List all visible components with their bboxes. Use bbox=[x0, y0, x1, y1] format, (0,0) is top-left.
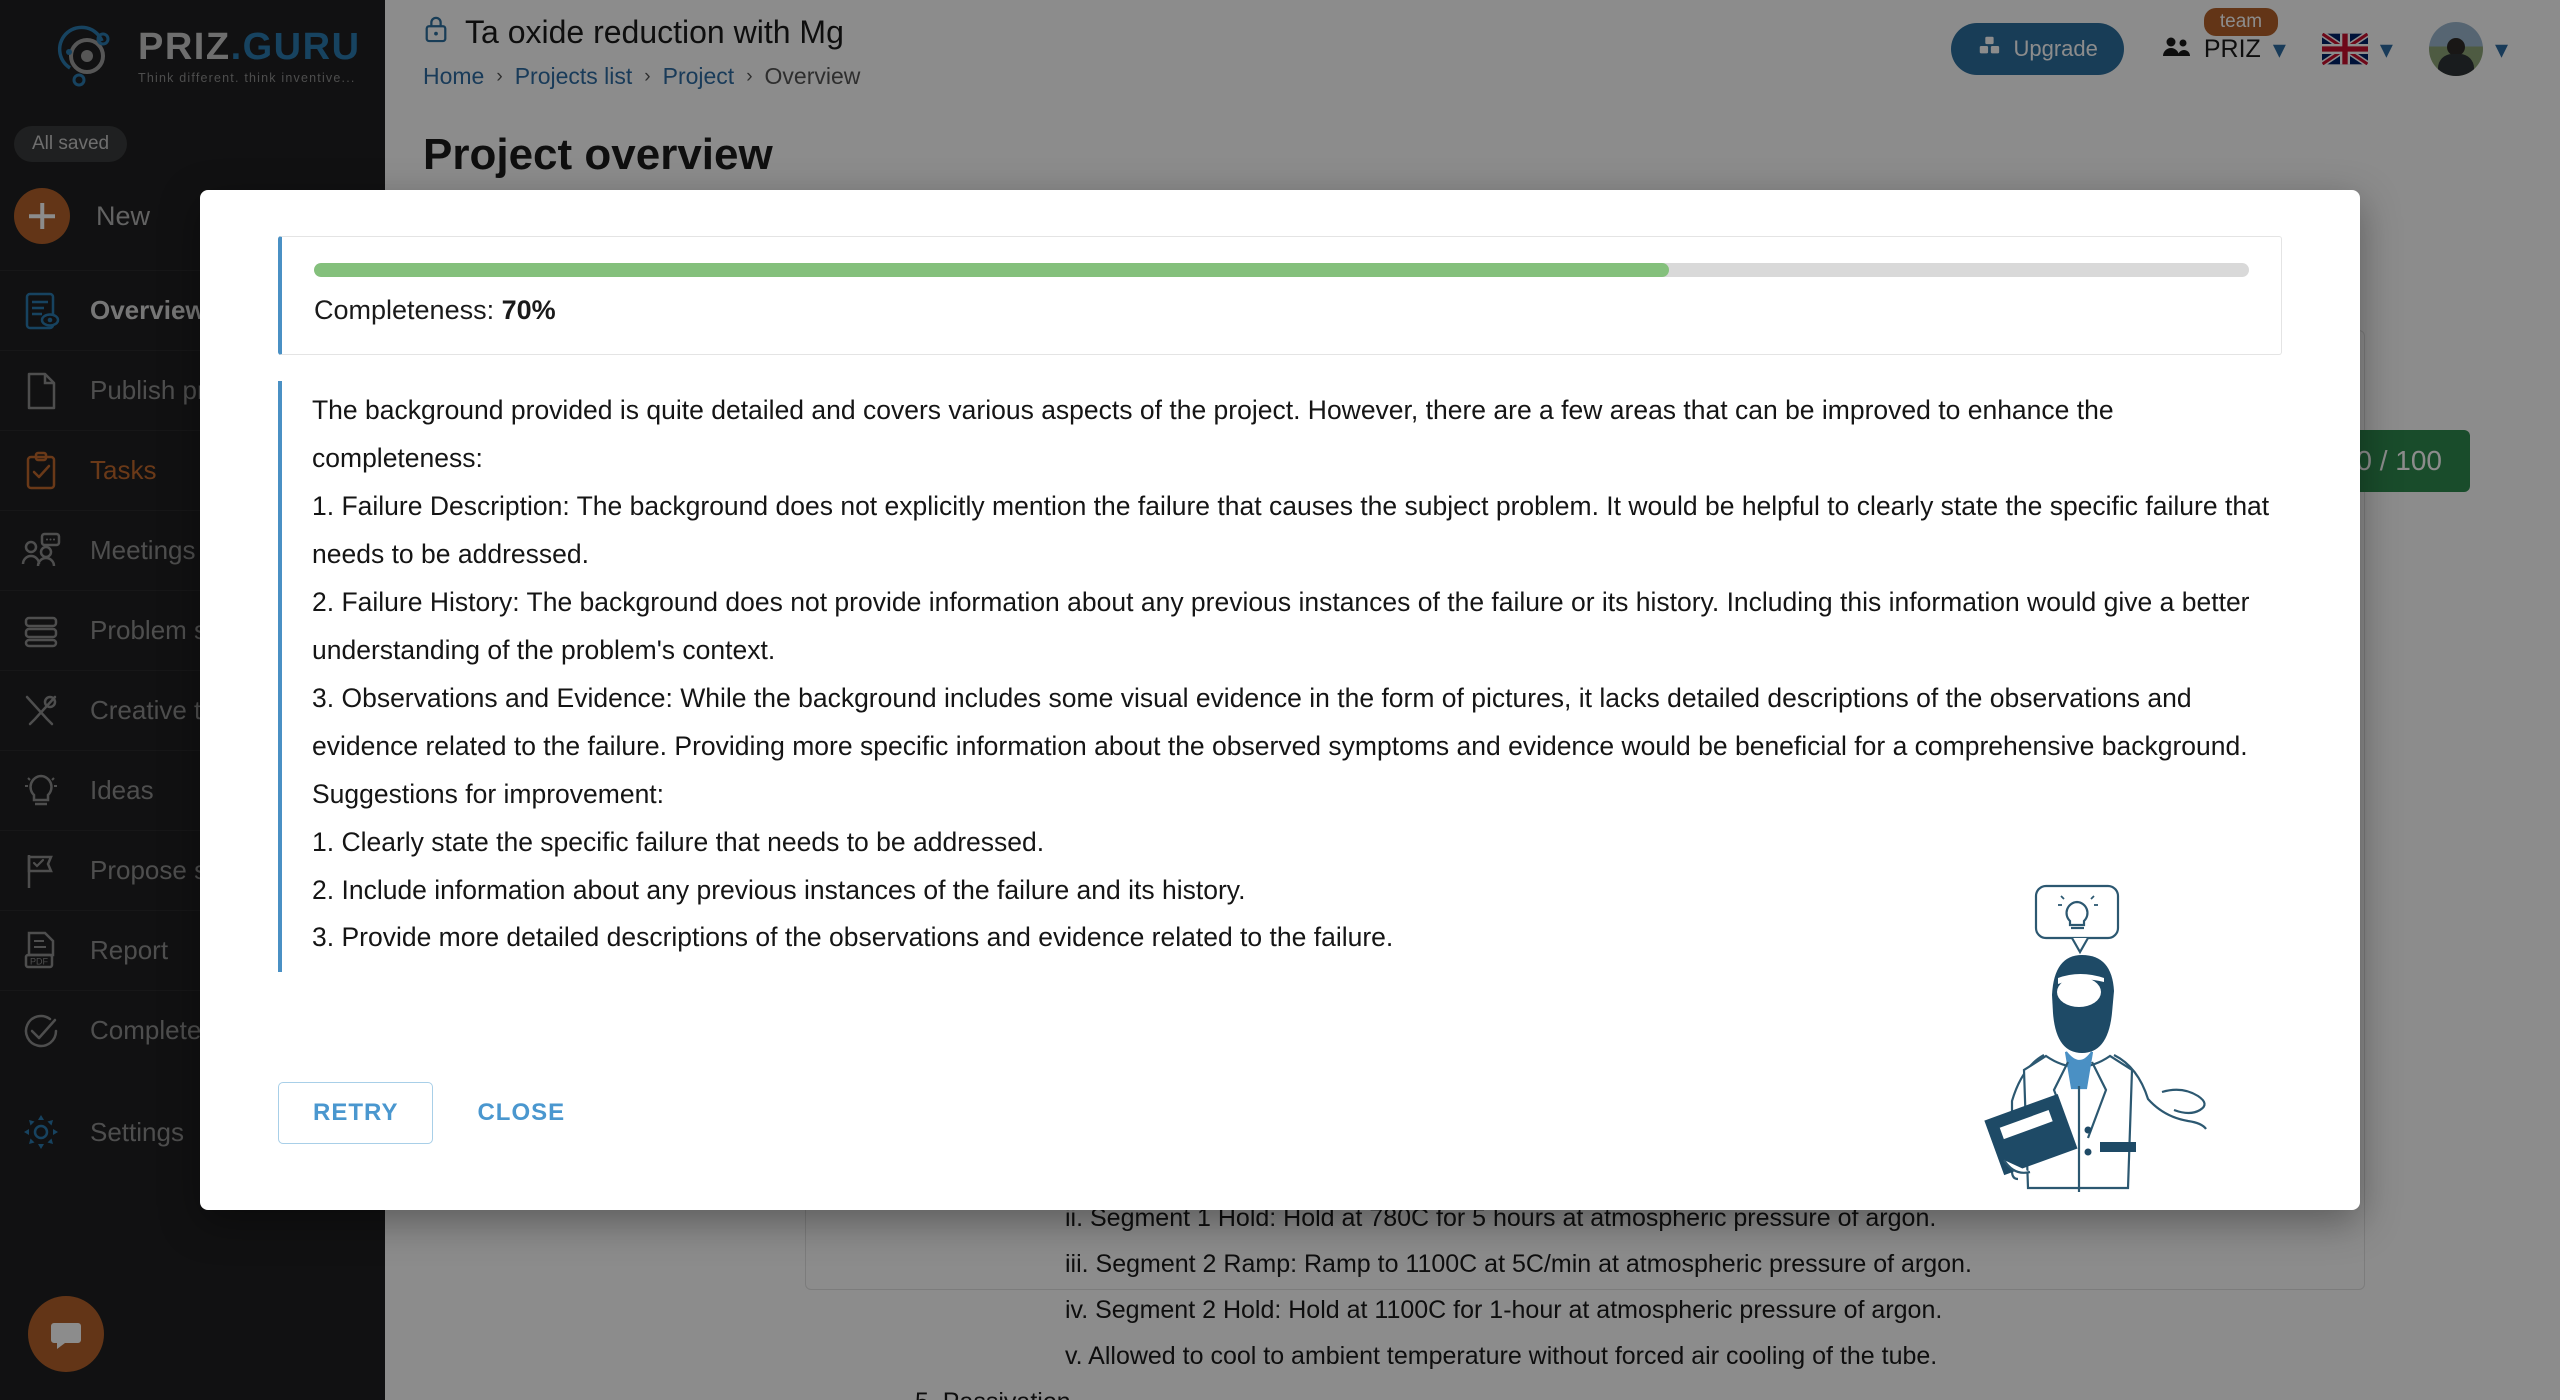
close-button[interactable]: CLOSE bbox=[457, 1083, 585, 1143]
completeness-feedback-modal: Completeness: 70% The background provide… bbox=[200, 190, 2360, 1210]
feedback-paragraph: The background provided is quite detaile… bbox=[312, 395, 2114, 473]
progress-bar-fill bbox=[314, 263, 1669, 277]
retry-button[interactable]: RETRY bbox=[278, 1082, 434, 1144]
completeness-value: 70% bbox=[501, 295, 556, 325]
scientist-idea-illustration-icon bbox=[1974, 880, 2274, 1200]
feedback-paragraph: Suggestions for improvement: bbox=[312, 778, 665, 809]
feedback-paragraph: 1. Failure Description: The background d… bbox=[312, 490, 2270, 569]
progress-bar-track bbox=[314, 263, 2249, 277]
modal-actions: RETRY CLOSE bbox=[278, 1082, 585, 1144]
completeness-label: Completeness: 70% bbox=[314, 295, 2249, 326]
feedback-paragraph: 1. Clearly state the specific failure th… bbox=[312, 826, 1045, 857]
feedback-paragraph: 3. Observations and Evidence: While the … bbox=[312, 682, 2248, 761]
feedback-paragraph: 2. Failure History: The background does … bbox=[312, 586, 2250, 665]
completeness-panel: Completeness: 70% bbox=[278, 236, 2282, 355]
completeness-prefix: Completeness: bbox=[314, 295, 502, 325]
